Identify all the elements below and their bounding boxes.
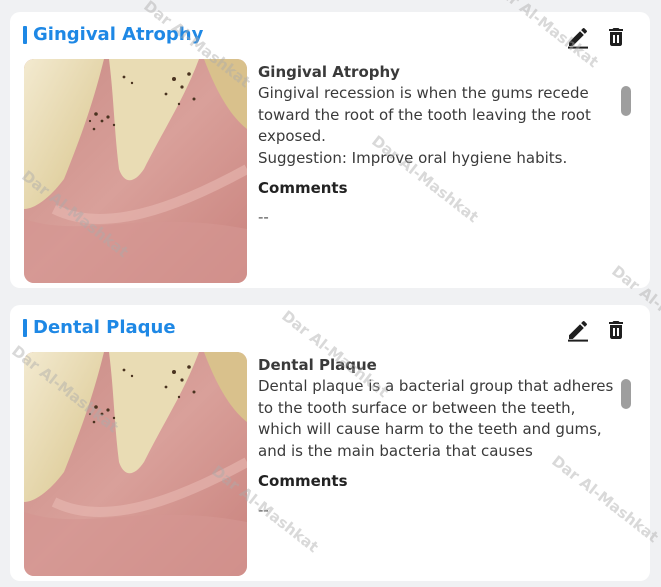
description-title: Gingival Atrophy (258, 63, 400, 81)
description-title: Dental Plaque (258, 356, 377, 374)
result-card: Gingival Atrophy Gingival Atrophy Gingiv… (10, 12, 650, 288)
comments-label: Comments (258, 179, 348, 197)
edit-button[interactable] (566, 25, 590, 49)
trash-icon (609, 321, 623, 339)
description-scrollbar[interactable] (621, 379, 631, 409)
card-title: Gingival Atrophy (33, 24, 204, 45)
description-box[interactable]: Dental Plaque Dental plaque is a bacteri… (258, 355, 618, 464)
description-box[interactable]: Gingival Atrophy Gingival recession is w… (258, 62, 618, 171)
comments-value: -- (258, 501, 269, 519)
trash-icon (609, 28, 623, 46)
intraoral-image (24, 352, 247, 576)
delete-button[interactable] (604, 318, 628, 342)
pencil-icon (568, 27, 588, 49)
description-text: Gingival recession is when the gums rece… (258, 84, 591, 167)
result-card: Dental Plaque Dental Plaque Dental plaqu… (10, 305, 650, 581)
card-header: Dental Plaque (10, 305, 650, 351)
comments-label: Comments (258, 472, 348, 490)
title-accent-bar (23, 319, 27, 337)
title-accent-bar (23, 26, 27, 44)
comments-value: -- (258, 208, 269, 226)
edit-button[interactable] (566, 318, 590, 342)
delete-button[interactable] (604, 25, 628, 49)
description-text: Dental plaque is a bacterial group that … (258, 377, 614, 460)
intraoral-image (24, 59, 247, 283)
card-header: Gingival Atrophy (10, 12, 650, 58)
card-title: Dental Plaque (33, 317, 176, 338)
pencil-icon (568, 320, 588, 342)
description-scrollbar[interactable] (621, 86, 631, 116)
